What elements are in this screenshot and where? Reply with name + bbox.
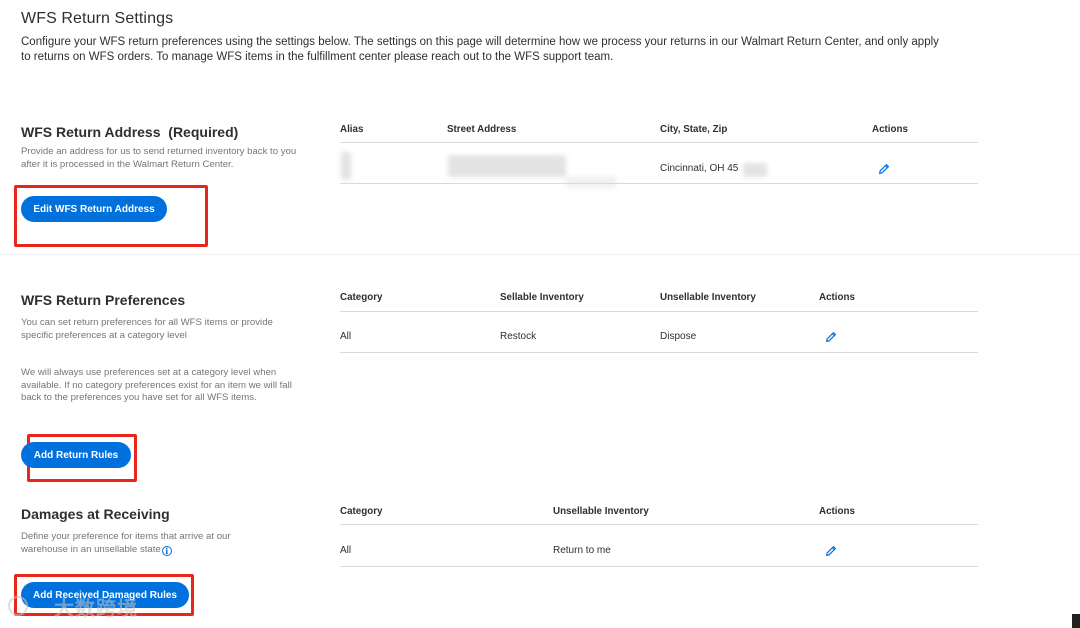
pencil-icon[interactable] xyxy=(824,544,838,558)
preference-sellable-cell: Restock xyxy=(500,331,537,342)
table-divider xyxy=(340,183,978,184)
table-divider xyxy=(340,352,978,353)
column-header-category: Category xyxy=(340,506,383,517)
watermark-logo-icon xyxy=(8,596,28,616)
column-header-sellable: Sellable Inventory xyxy=(500,292,584,303)
edit-return-address-button[interactable]: Edit WFS Return Address xyxy=(21,196,167,222)
damages-description: Define your preference for items that ar… xyxy=(21,531,271,557)
redacted-alias xyxy=(341,152,351,180)
redacted-street xyxy=(448,155,566,177)
damages-unsellable-cell: Return to me xyxy=(553,545,611,556)
preference-unsellable-cell: Dispose xyxy=(660,331,697,342)
column-header-actions: Actions xyxy=(872,124,908,135)
column-header-category: Category xyxy=(340,292,383,303)
preference-category-cell: All xyxy=(340,331,352,342)
return-address-title-text: WFS Return Address xyxy=(21,124,161,140)
table-divider xyxy=(340,524,978,525)
column-header-city: City, State, Zip xyxy=(660,124,728,135)
column-header-actions: Actions xyxy=(819,292,855,303)
address-city-cell: Cincinnati, OH 45 xyxy=(660,163,739,174)
preferences-description: You can set return preferences for all W… xyxy=(21,317,273,341)
damages-title: Damages at Receiving xyxy=(21,506,170,522)
section-divider xyxy=(0,254,1080,255)
table-divider xyxy=(340,566,978,567)
add-return-rules-button[interactable]: Add Return Rules xyxy=(21,442,131,468)
damages-description-text: Define your preference for items that ar… xyxy=(21,531,231,555)
preferences-title: WFS Return Preferences xyxy=(21,292,186,308)
column-header-unsellable: Unsellable Inventory xyxy=(553,506,649,517)
pencil-icon[interactable] xyxy=(824,330,838,344)
return-address-title: WFS Return Address (Required) xyxy=(21,124,238,140)
return-address-description: Provide an address for us to send return… xyxy=(21,146,297,170)
column-header-alias: Alias xyxy=(340,124,364,135)
table-divider xyxy=(340,142,978,143)
required-label: (Required) xyxy=(168,124,239,140)
column-header-unsellable: Unsellable Inventory xyxy=(660,292,756,303)
info-icon[interactable]: i xyxy=(161,546,172,557)
column-header-actions: Actions xyxy=(819,506,855,517)
preferences-fallback-note: We will always use preferences set at a … xyxy=(21,367,292,404)
watermark: 大数跨境 xyxy=(54,598,138,620)
page-description: Configure your WFS return preferences us… xyxy=(21,36,939,63)
damages-category-cell: All xyxy=(340,545,352,556)
corner-artifact xyxy=(1072,614,1080,628)
table-divider xyxy=(340,311,978,312)
pencil-icon[interactable] xyxy=(877,162,891,176)
column-header-street: Street Address xyxy=(447,124,517,135)
redacted-zip xyxy=(743,163,767,177)
redacted-street-extra xyxy=(566,176,616,188)
page-title: WFS Return Settings xyxy=(21,10,174,27)
